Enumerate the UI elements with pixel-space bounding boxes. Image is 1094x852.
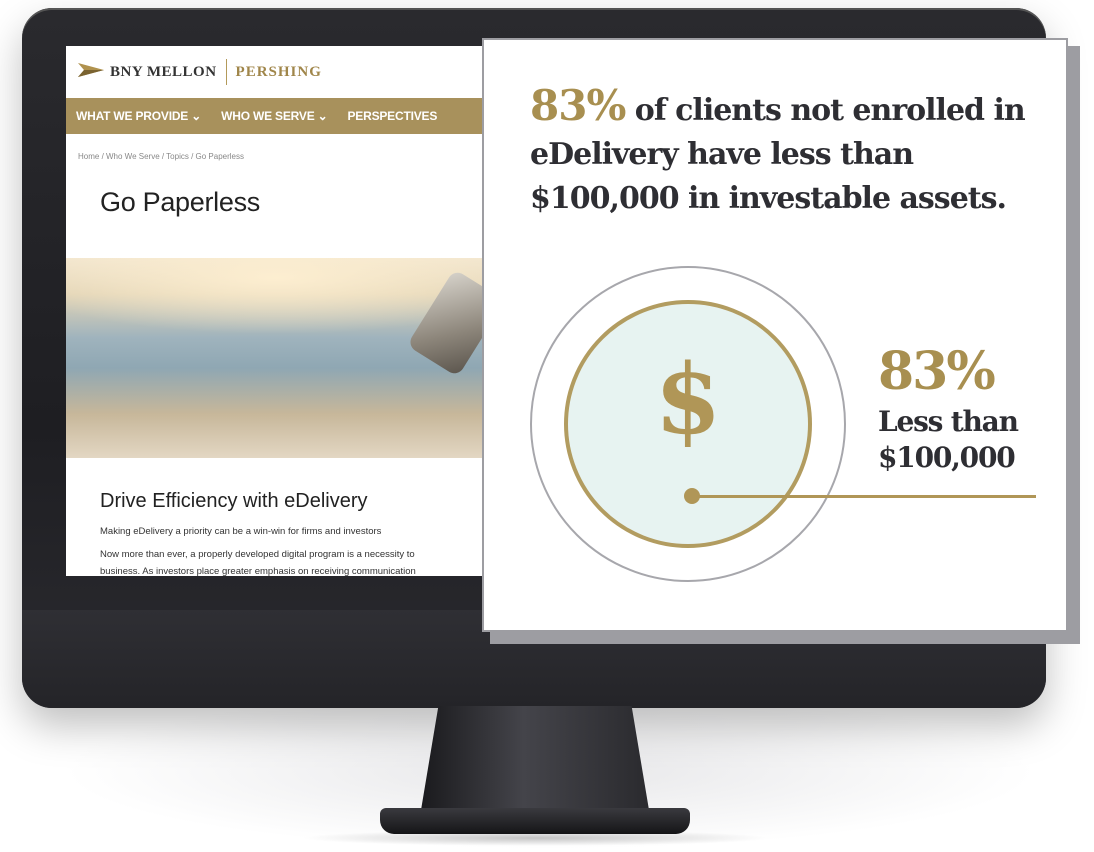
headline-percent: 83% xyxy=(530,81,626,130)
logo-brand[interactable]: BNY MELLON xyxy=(110,64,217,81)
monitor-stand-neck xyxy=(420,706,650,816)
main-nav: WHAT WE PROVIDE ⌄ WHO WE SERVE ⌄ PERSPEC… xyxy=(66,98,486,134)
section-body-line-1: Now more than ever, a properly developed… xyxy=(100,549,415,560)
page-title: Go Paperless xyxy=(100,187,260,217)
hero-image xyxy=(66,258,486,458)
section-body: Now more than ever, a properly developed… xyxy=(100,546,486,576)
nav-who-we-serve[interactable]: WHO WE SERVE ⌄ xyxy=(221,109,328,123)
stat-card: 83% of clients not enrolled in eDelivery… xyxy=(482,38,1068,632)
site-header: BNY MELLON PERSHING xyxy=(66,46,486,98)
hero-phone-image xyxy=(406,268,486,378)
stand-shadow xyxy=(300,830,770,846)
logo-divider xyxy=(225,59,227,85)
leader-line xyxy=(692,495,1036,498)
card-headline: 83% of clients not enrolled in eDelivery… xyxy=(530,84,1050,221)
website-screen: BNY MELLON PERSHING WHAT WE PROVIDE ⌄ WH… xyxy=(66,46,486,576)
breadcrumb[interactable]: Home / Who We Serve / Topics / Go Paperl… xyxy=(78,152,486,161)
stat-label: Less than $100,000 xyxy=(878,405,1019,474)
dollar-icon: $ xyxy=(654,343,722,456)
nav-perspectives[interactable]: PERSPECTIVES xyxy=(348,109,438,123)
stat-value: 83% xyxy=(878,341,996,402)
nav-what-we-provide[interactable]: WHAT WE PROVIDE ⌄ xyxy=(76,109,201,123)
logo-sub-brand[interactable]: PERSHING xyxy=(236,64,322,81)
bny-mellon-logo-icon[interactable] xyxy=(78,62,110,82)
section-title: Drive Efficiency with eDelivery xyxy=(100,490,368,512)
section-subtitle: Making eDelivery a priority can be a win… xyxy=(100,526,382,537)
section-body-line-2: business. As investors place greater emp… xyxy=(100,566,416,576)
